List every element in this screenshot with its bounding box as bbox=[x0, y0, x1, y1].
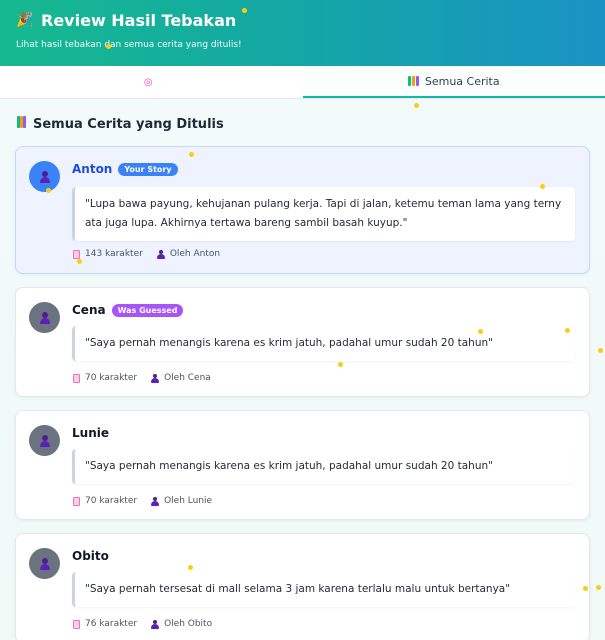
user-icon bbox=[39, 170, 51, 183]
party-popper-icon: 🎉 bbox=[16, 12, 34, 28]
char-count: 143 karakter bbox=[85, 249, 143, 259]
avatar bbox=[29, 548, 60, 579]
confetti-dot bbox=[189, 152, 194, 157]
story-author: Oleh Obito bbox=[164, 619, 213, 629]
story-author: Oleh Anton bbox=[169, 249, 221, 259]
story-text: "Saya pernah menangis karena es krim jat… bbox=[72, 326, 575, 361]
tab-all-stories-label: Semua Cerita bbox=[424, 74, 500, 88]
memo-icon bbox=[73, 249, 80, 259]
confetti-dot bbox=[540, 184, 545, 189]
char-count: 76 karakter bbox=[85, 619, 138, 629]
story-author-name: Obito bbox=[72, 549, 109, 563]
story-card: Cena Was Guessed "Saya pernah menangis k… bbox=[15, 287, 590, 397]
story-meta: 70 karakter Oleh Cena bbox=[73, 373, 211, 383]
story-author-name: Lunie bbox=[72, 426, 109, 440]
story-card: Obito "Saya pernah tersesat di mall sela… bbox=[15, 533, 590, 640]
confetti-dot bbox=[77, 259, 82, 264]
story-header: Anton Your Story bbox=[72, 162, 178, 176]
story-text: "Saya pernah menangis karena es krim jat… bbox=[72, 449, 575, 484]
story-meta: 143 karakter Oleh Anton bbox=[73, 249, 220, 259]
user-icon bbox=[156, 249, 165, 259]
books-icon bbox=[407, 76, 419, 86]
was-guessed-badge: Was Guessed bbox=[111, 303, 184, 317]
tab-results[interactable]: ◎ bbox=[0, 66, 303, 98]
user-icon bbox=[39, 311, 51, 324]
confetti-dot bbox=[583, 586, 588, 591]
confetti-dot bbox=[106, 44, 111, 49]
page-header: 🎉 Review Hasil Tebakan Lihat hasil tebak… bbox=[0, 0, 605, 66]
story-text: "Saya pernah tersesat di mall selama 3 j… bbox=[72, 572, 575, 607]
avatar bbox=[29, 302, 60, 333]
story-header: Cena Was Guessed bbox=[72, 303, 184, 317]
tab-bar: ◎ Semua Cerita bbox=[0, 66, 605, 99]
confetti-dot bbox=[188, 565, 193, 570]
books-icon bbox=[17, 116, 26, 132]
memo-icon bbox=[73, 373, 80, 383]
story-header: Lunie bbox=[72, 426, 109, 440]
story-text: "Lupa bawa payung, kehujanan pulang kerj… bbox=[72, 187, 575, 241]
target-icon: ◎ bbox=[143, 76, 153, 88]
memo-icon bbox=[73, 619, 80, 629]
story-meta: 76 karakter Oleh Obito bbox=[73, 619, 212, 629]
page-subtitle: Lihat hasil tebakan dan semua cerita yan… bbox=[16, 40, 242, 50]
section-title-text: Semua Cerita yang Ditulis bbox=[33, 116, 224, 132]
story-author: Oleh Cena bbox=[164, 373, 211, 383]
story-header: Obito bbox=[72, 549, 109, 563]
user-icon bbox=[151, 619, 160, 629]
user-icon bbox=[39, 434, 51, 447]
confetti-dot bbox=[242, 8, 247, 13]
char-count: 70 karakter bbox=[85, 496, 138, 506]
story-card: Anton Your Story "Lupa bawa payung, kehu… bbox=[15, 146, 590, 274]
confetti-dot bbox=[478, 329, 483, 334]
confetti-dot bbox=[598, 348, 603, 353]
avatar bbox=[29, 161, 60, 192]
user-icon bbox=[151, 373, 160, 383]
confetti-dot bbox=[596, 585, 601, 590]
char-count: 70 karakter bbox=[85, 373, 138, 383]
confetti-dot bbox=[565, 328, 570, 333]
header-title-row: 🎉 Review Hasil Tebakan bbox=[16, 10, 589, 30]
confetti-dot bbox=[338, 362, 343, 367]
confetti-dot bbox=[46, 188, 51, 193]
section-title: Semua Cerita yang Ditulis bbox=[17, 116, 224, 132]
tab-all-stories[interactable]: Semua Cerita bbox=[302, 66, 605, 98]
avatar bbox=[29, 425, 60, 456]
story-meta: 70 karakter Oleh Lunie bbox=[73, 496, 212, 506]
story-author: Oleh Lunie bbox=[164, 496, 213, 506]
confetti-dot bbox=[414, 103, 419, 108]
story-author-name: Cena bbox=[72, 303, 106, 317]
page-title: Review Hasil Tebakan bbox=[41, 10, 237, 30]
story-card: Lunie "Saya pernah menangis karena es kr… bbox=[15, 410, 590, 520]
user-icon bbox=[39, 557, 51, 570]
story-author-name: Anton bbox=[72, 162, 113, 176]
your-story-badge: Your Story bbox=[118, 162, 178, 176]
memo-icon bbox=[73, 496, 80, 506]
user-icon bbox=[151, 496, 160, 506]
